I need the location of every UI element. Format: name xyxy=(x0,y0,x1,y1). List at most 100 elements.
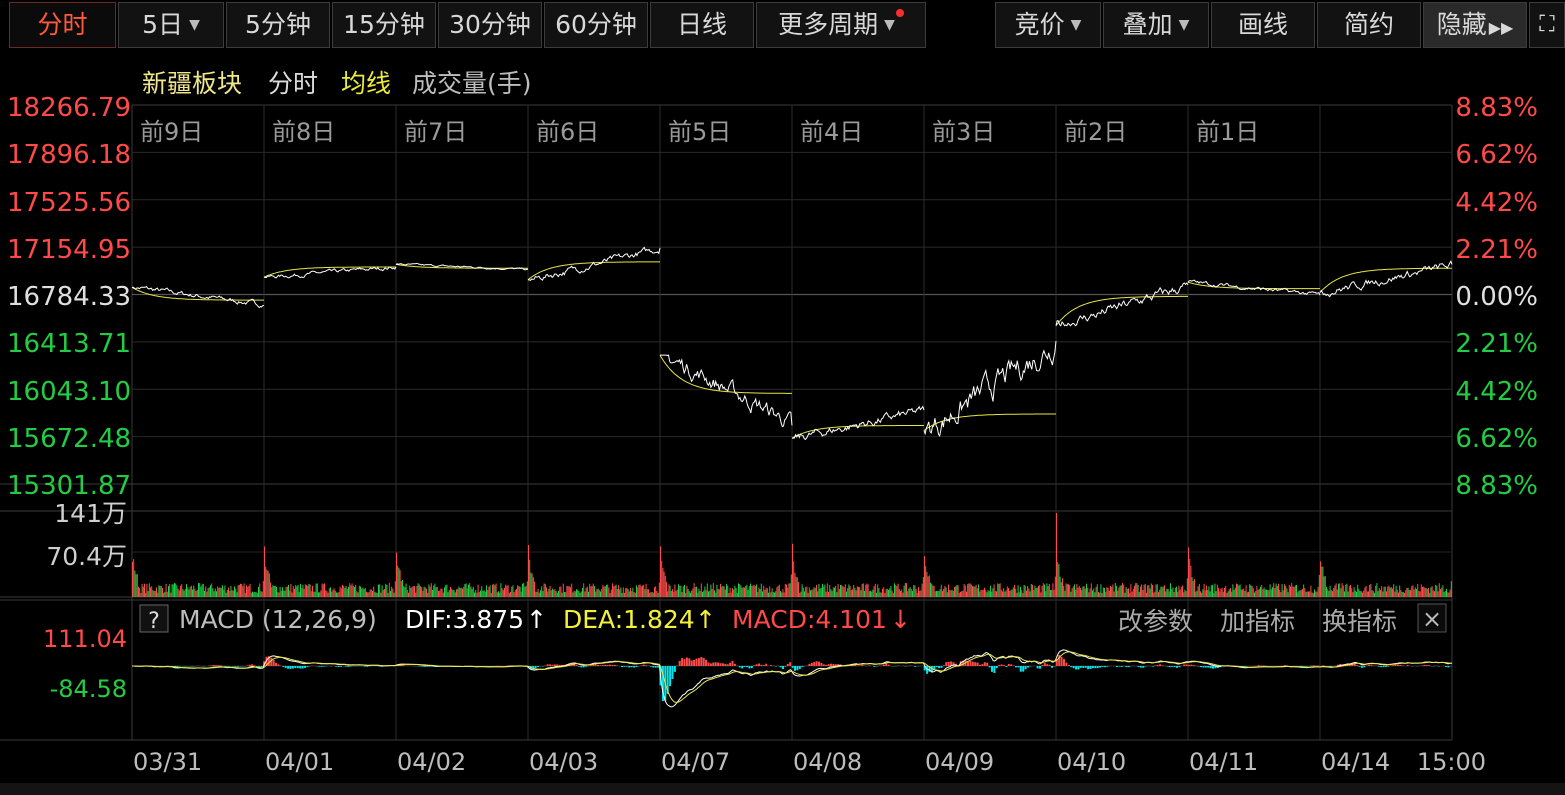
tab-5day[interactable]: 5日 ▼ xyxy=(118,2,224,48)
volume-bar xyxy=(1198,583,1200,597)
volume-bar xyxy=(860,590,862,597)
volume-bar xyxy=(1310,585,1312,597)
volume-bar xyxy=(1363,590,1365,597)
volume-bar xyxy=(241,583,243,597)
fullscreen-button[interactable]: ⛶ xyxy=(1529,2,1565,48)
volume-bar xyxy=(1093,588,1095,597)
volume-bar xyxy=(339,586,341,597)
volume-bar xyxy=(1448,592,1450,597)
tab-15min[interactable]: 15分钟 xyxy=(332,2,436,48)
volume-bar xyxy=(226,590,228,597)
volume-bar xyxy=(366,591,367,597)
volume-bar xyxy=(298,592,300,597)
chevron-down-icon: ▼ xyxy=(1178,17,1190,33)
volume-bar xyxy=(1035,588,1037,597)
volume-bar xyxy=(132,561,133,597)
chart-area[interactable]: 18266.79 17896.18 17525.56 17154.95 1678… xyxy=(0,52,1565,783)
volume-bar xyxy=(793,561,795,597)
tab-daily[interactable]: 日线 xyxy=(650,2,754,48)
volume-bar xyxy=(970,584,972,597)
volume-bar xyxy=(208,587,210,597)
volume-bar xyxy=(1324,576,1326,597)
volume-bar xyxy=(378,584,379,597)
volume-bar xyxy=(1188,547,1189,597)
tab-60min[interactable]: 60分钟 xyxy=(544,2,648,48)
volume-bar xyxy=(720,583,721,597)
volume-bar xyxy=(1329,585,1331,597)
volume-bar xyxy=(1137,585,1139,597)
volume-bar xyxy=(1221,587,1223,597)
volume-bar xyxy=(873,586,875,597)
volume-bar xyxy=(1194,578,1195,597)
volume-bar xyxy=(667,591,669,597)
volume-bar xyxy=(811,589,813,597)
volume-bar xyxy=(878,588,880,597)
volume-bar xyxy=(543,583,545,597)
switch-indicator-button[interactable]: 换指标 xyxy=(1322,607,1397,636)
volume-bar xyxy=(1131,591,1133,597)
volume-bar xyxy=(1045,591,1047,597)
volume-bar xyxy=(730,592,732,597)
volume-bar xyxy=(345,586,347,597)
volume-bar xyxy=(1008,588,1009,597)
change-params-button[interactable]: 改参数 xyxy=(1118,607,1193,636)
volume-bar xyxy=(150,587,151,597)
tool-auction[interactable]: 竞价 ▼ xyxy=(995,2,1101,48)
volume-bar xyxy=(705,590,707,597)
volume-bar xyxy=(439,590,441,597)
volume-bar xyxy=(502,590,504,597)
tool-draw-line[interactable]: 画线 xyxy=(1211,2,1315,48)
volume-bar xyxy=(325,590,327,597)
volume-bar xyxy=(1382,591,1384,597)
volume-bar xyxy=(694,587,696,597)
volume-bar xyxy=(1095,586,1097,597)
volume-bar xyxy=(393,592,395,597)
volume-bar xyxy=(990,585,991,597)
volume-bar xyxy=(1179,589,1181,597)
tab-more-periods[interactable]: 更多周期 ▼ xyxy=(756,2,926,48)
volume-bar xyxy=(818,583,820,597)
volume-bar xyxy=(1234,587,1236,597)
volume-bar xyxy=(1166,588,1168,597)
tool-overlay[interactable]: 叠加 ▼ xyxy=(1103,2,1209,48)
volume-bar xyxy=(1314,589,1315,597)
volume-bar xyxy=(964,585,966,597)
volume-bar xyxy=(932,585,934,597)
volume-bar xyxy=(784,584,786,597)
volume-bar xyxy=(1406,588,1408,597)
volume-bar xyxy=(1051,589,1053,597)
tool-hide[interactable]: 隐藏 ▶▶ xyxy=(1423,2,1527,48)
volume-bar xyxy=(405,583,407,597)
volume-bar xyxy=(988,591,990,597)
volume-bar xyxy=(885,589,887,597)
volume-bar xyxy=(462,588,463,597)
volume-bar xyxy=(300,583,301,597)
volume-bar xyxy=(954,587,955,597)
tab-intraday[interactable]: 分时 xyxy=(9,2,116,48)
volume-bar xyxy=(823,586,825,597)
volume-bar xyxy=(952,590,954,597)
volume-bar xyxy=(1004,591,1006,597)
volume-bar xyxy=(757,592,759,597)
volume-bar xyxy=(571,583,573,597)
volume-bar xyxy=(972,586,973,597)
volume-bar xyxy=(280,590,282,597)
volume-bar xyxy=(999,583,1001,597)
volume-bar xyxy=(524,586,526,597)
tool-simple[interactable]: 简约 xyxy=(1317,2,1421,48)
price-line xyxy=(660,354,793,428)
volume-bar xyxy=(1040,592,1042,597)
volume-bar xyxy=(876,592,877,597)
volume-bar xyxy=(913,585,915,597)
day-label: 前3日 xyxy=(932,118,995,146)
add-indicator-button[interactable]: 加指标 xyxy=(1220,607,1295,636)
volume-bar xyxy=(541,586,543,597)
volume-bar xyxy=(1036,587,1038,597)
volume-bar xyxy=(1263,587,1265,597)
tab-30min[interactable]: 30分钟 xyxy=(438,2,542,48)
tool-label: 叠加 xyxy=(1122,10,1173,39)
tab-5min[interactable]: 5分钟 xyxy=(226,2,330,48)
volume-bar xyxy=(379,584,381,597)
volume-bar xyxy=(1090,583,1092,597)
volume-bar xyxy=(166,591,168,597)
